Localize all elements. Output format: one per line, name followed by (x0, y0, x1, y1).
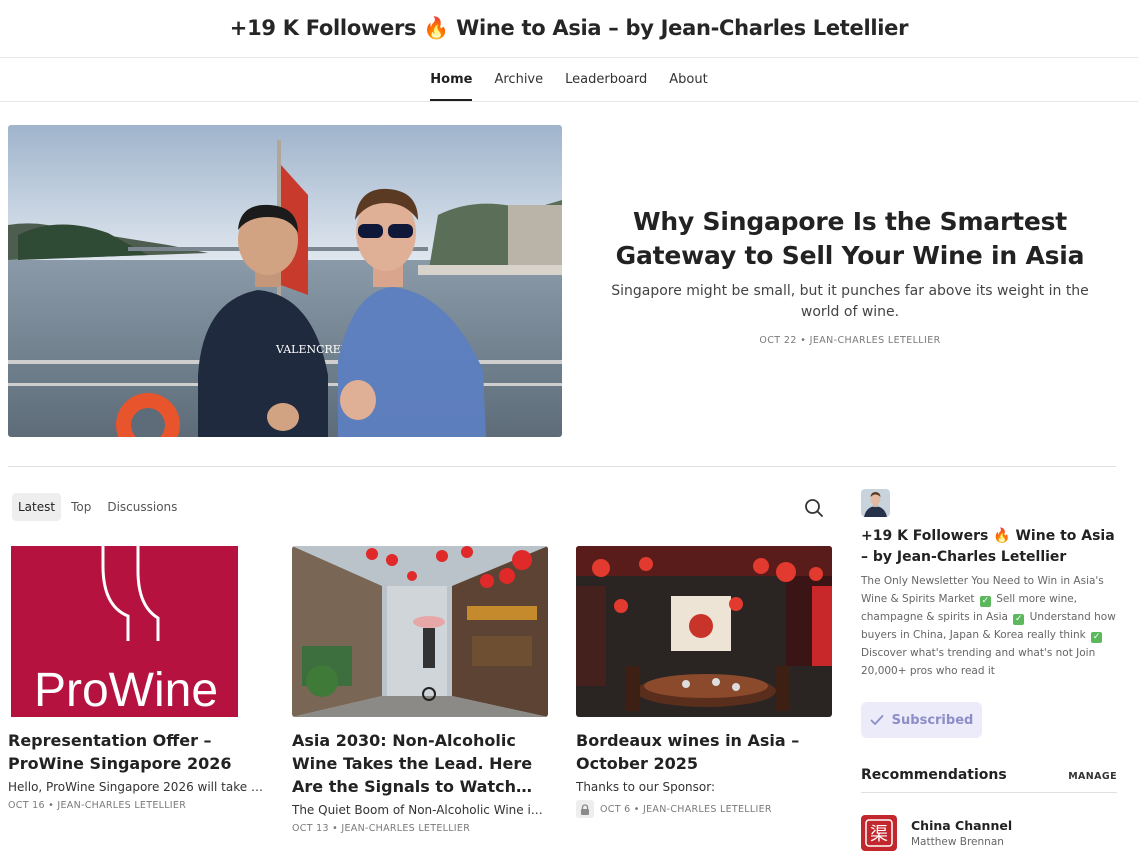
post-image-restaurant[interactable] (576, 546, 832, 717)
featured-post-text: Why Singapore Is the Smartest Gateway to… (600, 205, 1100, 346)
tab-discussions[interactable]: Discussions (101, 493, 183, 521)
nav-about[interactable]: About (658, 58, 718, 101)
check-icon: ✓ (1013, 614, 1025, 625)
post-meta-text: OCT 13 • JEAN-CHARLES LETELLIER (292, 823, 471, 834)
sidebar-publication-title[interactable]: +19 K Followers 🔥 Wine to Asia – by Jean… (861, 526, 1117, 568)
recommendation-author: Matthew Brennan (911, 836, 1004, 848)
post-image-street[interactable] (292, 546, 548, 717)
recommendation-item[interactable]: 渠 China Channel Matthew Brennan (861, 815, 1117, 851)
search-icon[interactable] (803, 497, 825, 519)
subscribed-label: Subscribed (891, 712, 974, 728)
tab-latest[interactable]: Latest (12, 493, 62, 521)
description-text: Discover what's trending and what's not … (861, 647, 1096, 677)
prowine-logo-text: ProWine (34, 664, 218, 717)
checkmark-icon (870, 715, 884, 725)
featured-post[interactable]: VALENCREW Why Singapore Is the Smartest … (8, 125, 1116, 437)
featured-post-subtitle: Singapore might be small, but it punches… (611, 283, 1089, 320)
post-subtitle: Thanks to our Sponsor: (576, 780, 716, 794)
publication-sidebar: +19 K Followers 🔥 Wine to Asia – by Jean… (861, 489, 1117, 851)
lock-icon (576, 800, 594, 818)
recommendations-title: Recommendations (861, 767, 1007, 783)
post-card[interactable]: Asia 2030: Non-Alcoholic Wine Takes the … (292, 546, 550, 834)
publication-avatar[interactable] (861, 489, 890, 517)
featured-post-title[interactable]: Why Singapore Is the Smartest Gateway to… (600, 205, 1100, 273)
post-meta: OCT 6 • JEAN-CHARLES LETELLIER (576, 800, 834, 818)
post-filter-tabs: Latest Top Discussions (12, 493, 183, 521)
check-icon: ✓ (979, 596, 991, 607)
tab-top[interactable]: Top (65, 493, 97, 521)
featured-post-image[interactable]: VALENCREW (8, 125, 562, 437)
publication-description: The Only Newsletter You Need to Win in A… (861, 572, 1117, 680)
check-icon: ✓ (1091, 632, 1103, 643)
logo-glyph: 渠 (870, 824, 888, 845)
post-card[interactable]: Bordeaux wines in Asia – October 2025 Th… (576, 546, 834, 818)
publication-title[interactable]: +19 K Followers 🔥 Wine to Asia – by Jean… (230, 16, 909, 41)
publication-header: +19 K Followers 🔥 Wine to Asia – by Jean… (0, 0, 1138, 58)
post-title[interactable]: Asia 2030: Non-Alcoholic Wine Takes the … (292, 729, 550, 798)
post-subtitle: Hello, ProWine Singapore 2026 will take … (8, 780, 266, 794)
post-subtitle: The Quiet Boom of Non-Alcoholic Wine in… (292, 803, 550, 817)
post-card[interactable]: ProWine Representation Offer – ProWine S… (8, 546, 266, 811)
recommendations-header: Recommendations MANAGE (861, 767, 1117, 793)
main-nav: Home Archive Leaderboard About (0, 58, 1138, 102)
nav-leaderboard[interactable]: Leaderboard (554, 58, 658, 101)
recommendation-name: China Channel (911, 818, 1013, 833)
post-image-prowine[interactable]: ProWine (8, 546, 264, 717)
post-meta-text: OCT 16 • JEAN-CHARLES LETELLIER (8, 800, 187, 811)
manage-recommendations-link[interactable]: MANAGE (1068, 771, 1117, 782)
recommendation-text: China Channel Matthew Brennan (911, 818, 1012, 848)
nav-archive[interactable]: Archive (483, 58, 554, 101)
featured-post-meta: OCT 22 • JEAN-CHARLES LETELLIER (759, 335, 941, 346)
nav-home[interactable]: Home (419, 58, 483, 101)
section-divider (8, 466, 1116, 467)
post-meta: OCT 13 • JEAN-CHARLES LETELLIER (292, 823, 550, 834)
post-title[interactable]: Bordeaux wines in Asia – October 2025 (576, 729, 834, 775)
subscribed-button[interactable]: Subscribed (861, 702, 982, 738)
post-meta-text: OCT 6 • JEAN-CHARLES LETELLIER (600, 803, 772, 815)
post-meta: OCT 16 • JEAN-CHARLES LETELLIER (8, 800, 266, 811)
post-title[interactable]: Representation Offer – ProWine Singapore… (8, 729, 266, 775)
china-channel-logo-icon: 渠 (861, 815, 897, 851)
